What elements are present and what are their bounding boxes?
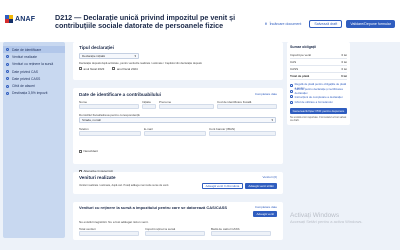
checkbox-an-2023[interactable]: anul fiscal 2023 <box>79 67 104 71</box>
generate-pdf-button[interactable]: Generează fișier PDF pentru depunere <box>290 108 347 114</box>
help-link[interactable]: Ghid de utilizare a formularului <box>290 100 347 106</box>
field-label: Cont bancar (IBAN) <box>209 126 236 131</box>
sidebar-item-cas[interactable]: Date privind CAS <box>3 68 65 75</box>
column-header: Bază de calcul CASS <box>211 226 240 231</box>
prenume-input[interactable] <box>159 104 214 109</box>
total-venituri-input[interactable] <box>79 230 139 236</box>
info-icon <box>290 89 293 93</box>
sidebar-item-cifra-afaceri[interactable]: Cifră de afaceri <box>3 82 65 89</box>
validate-submit-button[interactable]: Validare/Depune formular <box>346 20 395 28</box>
section-title: Date de identificare a contribuabilului <box>79 92 161 97</box>
add-venit-romania-button[interactable]: Adaugă venit în România <box>201 183 244 189</box>
summary-row: Impozit pe venit 0 lei <box>290 53 347 59</box>
page-title: D212 — Declarație unică privind impozitu… <box>55 13 236 30</box>
telefon-input[interactable] <box>79 130 141 136</box>
status-note: Nu există erori raportate. Formularul a … <box>290 116 347 123</box>
field-label: E-mail <box>144 126 153 131</box>
info-icon <box>290 95 293 99</box>
column-header: Impozit reținut la sursă <box>145 226 176 231</box>
step-icon <box>6 91 9 95</box>
iban-input[interactable] <box>209 130 276 136</box>
summary-row: CAS 0 lei <box>290 60 347 66</box>
section-identificare: Date de identificare a contribuabilului … <box>73 88 283 173</box>
summary-title: Sumar obligații <box>290 45 316 49</box>
complete-data-link[interactable]: Completare date <box>255 92 277 97</box>
step-icon <box>6 77 9 81</box>
impozit-retinut-input[interactable] <box>145 230 205 236</box>
upload-icon: ⬆ <box>264 22 268 26</box>
anaf-logo[interactable]: ANAF <box>5 15 49 23</box>
section-description: Venituri realizate / estimate, după caz.… <box>79 184 170 188</box>
chevron-down-icon: ▾ <box>134 54 136 58</box>
section-venituri-realizate: Venituri realizate Venituri (0) Venituri… <box>73 172 283 194</box>
complete-data-link[interactable]: Completare date <box>255 205 277 210</box>
add-venit-strain-button[interactable]: Adaugă venit străin <box>245 183 277 189</box>
watermark-subtitle: Accesați Setări pentru a activa Windows. <box>290 219 363 224</box>
step-icon <box>6 70 9 74</box>
step-icon <box>6 55 9 59</box>
sidebar-nav: Date de identificare Venituri realizate … <box>3 42 65 238</box>
main-form: Tipul declarației Declarație inițială ▾ … <box>73 42 283 250</box>
sidebar-item-cass[interactable]: Date privind CASS <box>3 75 65 82</box>
summary-panel: Sumar obligații Impozit pe venit 0 lei CA… <box>287 42 350 126</box>
nume-input[interactable] <box>79 104 139 109</box>
save-draft-button[interactable]: Salvează draft <box>309 20 343 28</box>
summary-row: Total de plată 0 lei <box>290 74 347 80</box>
step-icon <box>6 48 9 52</box>
field-label: Telefon <box>79 126 89 131</box>
venituri-count-link[interactable]: Venituri (0) <box>262 175 277 180</box>
add-venit-button[interactable]: Adaugă venit <box>253 211 277 217</box>
column-header: Total venituri <box>79 226 96 231</box>
email-input[interactable] <box>144 130 206 136</box>
upload-document-button[interactable]: ⬆ Încărcare document <box>261 20 306 28</box>
address-select[interactable]: Strada, număr ▾ <box>79 117 276 123</box>
watermark-title: Activați Windows <box>290 212 340 219</box>
section-tip-declaratie: Tipul declarației Declarație inițială ▾ … <box>73 42 283 80</box>
sidebar-item-venituri[interactable]: Venituri realizate <box>3 53 65 60</box>
help-link[interactable]: Instrucțiuni de completare a declarației <box>290 94 347 100</box>
app-header: ANAF D212 — Declarație unică privind imp… <box>0 0 400 42</box>
baza-cass-input[interactable] <box>211 230 271 236</box>
step-icon <box>6 84 9 88</box>
sidebar-item-retinere[interactable]: Venituri cu reținere la sursă <box>3 61 65 68</box>
section-title: Venituri realizate <box>79 175 116 180</box>
empty-state-text: Nu există înregistrări. Nu a fost adăuga… <box>79 219 149 224</box>
section-description: Declarație depusă după activitate, pentr… <box>79 61 202 65</box>
help-link[interactable]: Calcule pentru declarație și rectificare… <box>290 87 347 95</box>
section-title: Tipul declarației <box>79 45 114 50</box>
checkbox-an-2024[interactable]: anul fiscal 2024 <box>112 67 138 71</box>
info-icon <box>290 84 293 88</box>
sidebar-item-identificare[interactable]: Date de identificare <box>3 46 65 54</box>
chevron-down-icon: ▾ <box>271 118 273 122</box>
summary-row: CASS 0 lei <box>290 67 347 73</box>
initiala-input[interactable] <box>142 104 156 109</box>
checkbox-nerezident[interactable]: Nerezident <box>79 149 98 153</box>
cif-input[interactable] <box>217 104 277 109</box>
info-icon <box>290 100 293 104</box>
declaration-type-select[interactable]: Declarație inițială ▾ <box>79 53 139 59</box>
step-icon <box>6 62 9 66</box>
windows-activation-watermark: Activați Windows Accesați Setări pentru … <box>290 212 390 224</box>
sidebar-item-destinatie[interactable]: Destinația 3,5% impozit <box>3 90 65 97</box>
logo-mark-icon <box>5 15 13 23</box>
logo-text: ANAF <box>15 15 36 23</box>
section-title: Venituri cu reținere la sursă a impozitu… <box>79 205 228 210</box>
section-retinere-sursa: Venituri cu reținere la sursă a impozitu… <box>73 202 283 240</box>
